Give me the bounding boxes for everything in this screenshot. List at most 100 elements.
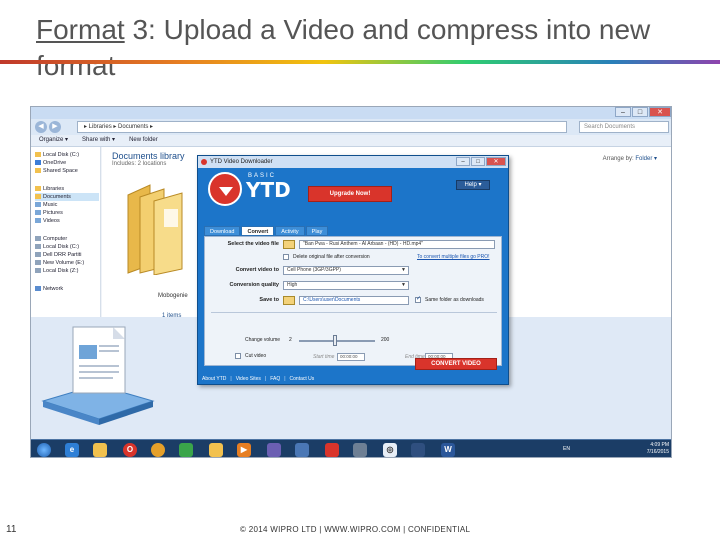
nav-item[interactable]: Dell DRR Partiti [35, 251, 82, 259]
internet-explorer-icon[interactable]: e [65, 443, 79, 457]
equalizer-icon[interactable] [353, 443, 367, 457]
separator: | [284, 376, 286, 382]
cut-video-label: Cut video [245, 353, 267, 359]
quality-select[interactable]: High ▼ [283, 281, 409, 290]
back-icon[interactable]: ◀ [35, 121, 47, 133]
upgrade-now-button[interactable]: Upgrade Now! [308, 186, 392, 202]
app-icon[interactable] [295, 443, 309, 457]
quality-label: Conversion quality [229, 282, 279, 288]
same-folder-checkbox[interactable] [415, 295, 421, 303]
explorer-titlebar: – □ ✕ [31, 107, 671, 119]
new-folder-button[interactable]: New folder [129, 135, 158, 146]
volume-slider-track[interactable] [299, 340, 375, 342]
convert-video-button[interactable]: CONVERT VIDEO [415, 358, 497, 370]
forward-icon[interactable]: ▶ [49, 121, 61, 133]
drive-icon [35, 268, 41, 274]
convert-panel: Select the video file "Ban Pwa - Rusi An… [204, 236, 502, 370]
delete-original-checkbox[interactable] [283, 254, 289, 260]
video-file-field[interactable]: "Ban Pwa - Rusi Anthem - Al Arbaan - (HD… [299, 240, 495, 249]
ytd-window-title: YTD Video Downloader [210, 159, 273, 165]
address-row: ◀ ▶ ▸ Libraries ▸ Documents ▸ Search Doc… [31, 119, 671, 135]
nav-item[interactable]: Libraries [35, 185, 64, 193]
folder-icon[interactable] [120, 175, 200, 275]
pictures-icon [35, 210, 41, 216]
chrome-icon[interactable]: ◎ [383, 443, 397, 457]
search-input[interactable]: Search Documents [579, 121, 669, 133]
go-pro-link[interactable]: To convert multiple files go PRO! [417, 254, 490, 260]
language-indicator[interactable]: EN [563, 446, 570, 452]
tab-convert[interactable]: Convert [241, 226, 275, 236]
ytd-maximize-button[interactable]: □ [471, 157, 485, 166]
chevron-down-icon: ▼ [401, 267, 406, 273]
music-icon [35, 202, 41, 208]
slide-number: 11 [6, 524, 17, 535]
nav-item[interactable]: Local Disk (C:) [35, 243, 79, 251]
minimize-button[interactable]: – [615, 107, 631, 117]
explorer-window-controls: – □ ✕ [615, 107, 671, 117]
file-explorer-icon[interactable] [93, 443, 107, 457]
save-to-label: Save to [259, 297, 279, 303]
nav-item[interactable]: Network [35, 285, 63, 293]
address-bar[interactable]: ▸ Libraries ▸ Documents ▸ [77, 121, 567, 133]
close-button[interactable]: ✕ [649, 107, 671, 117]
clock[interactable]: 4:09 PM 7/16/2015 [647, 442, 669, 456]
organize-menu[interactable]: Organize ▾ [39, 135, 68, 146]
ytd-minimize-button[interactable]: – [456, 157, 470, 166]
nav-item-documents[interactable]: Documents [35, 193, 99, 201]
select-file-label: Select the video file [227, 241, 279, 247]
browse-folder-icon[interactable] [283, 240, 295, 249]
delete-original-label: Delete original file after conversion [293, 254, 370, 260]
divider [211, 312, 497, 313]
start-time-label: Start time [313, 354, 335, 360]
nav-item[interactable]: New Volume (E:) [35, 259, 84, 267]
nav-item[interactable]: Shared Space [35, 167, 78, 175]
screenshot-frame: – □ ✕ ◀ ▶ ▸ Libraries ▸ Documents ▸ Sear… [30, 106, 672, 458]
help-button[interactable]: Help ▾ [456, 180, 490, 190]
video-sites-link[interactable]: Video Sites [236, 376, 261, 382]
convert-to-select[interactable]: Cell Phone (3GP/3GPP) ▼ [283, 266, 409, 275]
cut-video-checkbox[interactable] [235, 353, 241, 359]
tab-activity[interactable]: Activity [275, 226, 305, 236]
nav-item[interactable]: Pictures [35, 209, 63, 217]
arrange-by[interactable]: Arrange by: Folder ▾ [603, 155, 657, 162]
ytd-taskbar-icon[interactable] [325, 443, 339, 457]
app-icon[interactable] [179, 443, 193, 457]
start-icon[interactable] [37, 443, 51, 457]
drive-icon [35, 260, 41, 266]
start-time-input[interactable]: 00:00:00 [337, 353, 365, 361]
nav-item[interactable]: Videos [35, 217, 60, 225]
volume-slider-handle[interactable] [333, 335, 337, 346]
ytd-app-icon [201, 159, 207, 165]
tab-play[interactable]: Play [305, 226, 329, 236]
nav-item[interactable]: Music [35, 201, 57, 209]
ytd-tabs: Download Convert Activity Play [204, 226, 329, 236]
ytd-logo-icon [208, 172, 242, 206]
folder-label: Mobogenie [158, 293, 188, 299]
app-icon[interactable] [209, 443, 223, 457]
separator: | [264, 376, 267, 382]
nav-item[interactable]: Local Disk (C:) [35, 151, 79, 159]
about-ytd-link[interactable]: About YTD [202, 376, 226, 382]
firefox-icon[interactable] [151, 443, 165, 457]
faq-link[interactable]: FAQ [270, 376, 280, 382]
share-with-menu[interactable]: Share with ▾ [82, 135, 115, 146]
nav-item[interactable]: OneDrive [35, 159, 66, 167]
word-icon[interactable]: W [441, 443, 455, 457]
opera-icon[interactable]: O [123, 443, 137, 457]
library-subtitle[interactable]: Includes: 2 locations [112, 161, 166, 167]
ytd-close-button[interactable]: ✕ [486, 157, 506, 166]
maximize-button[interactable]: □ [632, 107, 648, 117]
network-icon [35, 286, 41, 292]
save-folder-icon[interactable] [283, 296, 295, 305]
tab-download[interactable]: Download [204, 226, 241, 236]
slide-footer: © 2014 WIPRO LTD | WWW.WIPRO.COM | CONFI… [240, 525, 471, 534]
nav-item[interactable]: Computer [35, 235, 67, 243]
computer-icon [35, 236, 41, 242]
media-player-icon[interactable]: ▶ [237, 443, 251, 457]
app-icon[interactable] [267, 443, 281, 457]
save-to-field[interactable]: C:\Users\user\Documents [299, 296, 409, 305]
nav-item[interactable]: Local Disk (Z:) [35, 267, 78, 275]
contact-us-link[interactable]: Contact Us [290, 376, 315, 382]
volume-min: 2 [289, 337, 292, 343]
app-icon[interactable] [411, 443, 425, 457]
